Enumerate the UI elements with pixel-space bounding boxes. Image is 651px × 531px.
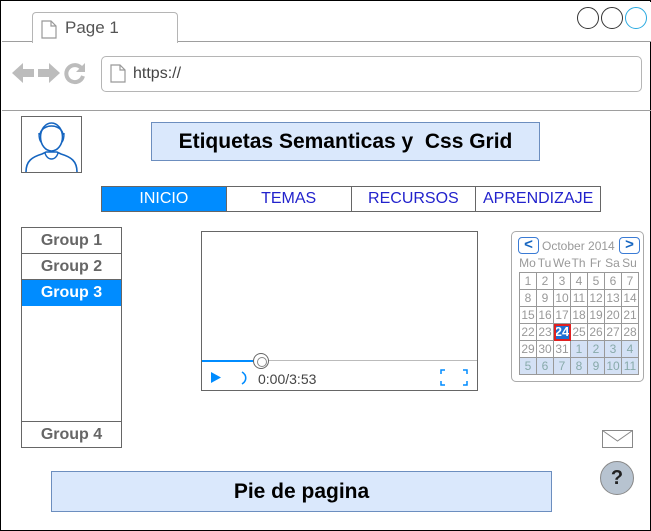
video-progress-fill [202, 360, 260, 362]
calendar-day[interactable]: 11 [622, 358, 639, 375]
sidebar-accordion: Group 1 Group 2 Group 3 Group 4 [21, 227, 122, 448]
close-button[interactable] [625, 7, 647, 29]
calendar-day[interactable]: 5 [588, 273, 605, 290]
address-bar[interactable]: https:// [101, 56, 642, 92]
calendar-widget: < October 2014 > Mo Tu We Th Fr Sa Su 12345678… [511, 231, 644, 382]
video-time: 0:00/3:53 [258, 371, 317, 387]
calendar-day[interactable]: 9 [537, 290, 554, 307]
calendar-day[interactable]: 3 [554, 273, 571, 290]
calendar-weekday: Sa [605, 256, 620, 270]
calendar-day[interactable]: 6 [605, 273, 622, 290]
calendar-day[interactable]: 13 [605, 290, 622, 307]
menu-item-temas[interactable]: TEMAS [226, 187, 352, 211]
page-icon [41, 20, 57, 44]
calendar-day[interactable]: 31 [554, 341, 571, 358]
page-icon [110, 64, 126, 88]
video-player[interactable]: 0:00/3:53 [201, 231, 478, 391]
calendar-day[interactable]: 8 [520, 290, 537, 307]
play-icon[interactable] [210, 371, 222, 389]
navigation-bar: https:// [2, 43, 651, 111]
calendar-day[interactable]: 3 [605, 341, 622, 358]
url-text: https:// [133, 65, 182, 82]
video-seek-handle[interactable] [253, 353, 269, 369]
browser-tab[interactable]: Page 1 [32, 12, 178, 43]
calendar-day[interactable]: 1 [520, 273, 537, 290]
calendar-day[interactable]: 28 [622, 324, 639, 341]
window-controls [577, 7, 647, 29]
calendar-day[interactable]: 23 [537, 324, 554, 341]
calendar-day[interactable]: 6 [537, 358, 554, 375]
nav-controls [11, 61, 87, 90]
calendar-weekdays: Mo Tu We Th Fr Sa Su [519, 256, 638, 270]
calendar-weekday: We [553, 256, 571, 270]
calendar-day[interactable]: 21 [622, 307, 639, 324]
calendar-day[interactable]: 16 [537, 307, 554, 324]
calendar-day[interactable]: 27 [605, 324, 622, 341]
calendar-day[interactable]: 29 [520, 341, 537, 358]
back-arrow-icon[interactable] [11, 61, 35, 90]
page-title: Etiquetas Semanticas y Css Grid [151, 122, 540, 161]
user-icon [25, 122, 78, 173]
calendar-weekday: Fr [589, 256, 602, 270]
page-footer: Pie de pagina [51, 471, 552, 512]
reload-icon[interactable] [63, 61, 87, 90]
calendar-day[interactable]: 30 [537, 341, 554, 358]
menu-item-recursos[interactable]: RECURSOS [351, 187, 477, 211]
calendar-day[interactable]: 9 [588, 358, 605, 375]
calendar-day[interactable]: 2 [537, 273, 554, 290]
calendar-day[interactable]: 4 [571, 273, 588, 290]
calendar-day[interactable]: 1 [571, 341, 588, 358]
calendar-header: < October 2014 > [516, 237, 640, 255]
calendar-day[interactable]: 15 [520, 307, 537, 324]
calendar-weekday: Su [622, 256, 637, 270]
calendar-day[interactable]: 7 [554, 358, 571, 375]
calendar-day[interactable]: 14 [622, 290, 639, 307]
calendar-day[interactable]: 11 [571, 290, 588, 307]
calendar-day-selected[interactable]: 24 [554, 324, 571, 341]
calendar-day[interactable]: 19 [588, 307, 605, 324]
browser-window: Page 1 https:// Etiquetas Semanticas y C… [0, 0, 651, 531]
calendar-day[interactable]: 10 [605, 358, 622, 375]
maximize-button[interactable] [601, 7, 623, 29]
calendar-weekday: Tu [537, 256, 552, 270]
accordion-group-3[interactable]: Group 3 [22, 280, 121, 306]
fullscreen-icon[interactable] [440, 369, 468, 391]
calendar-weekday: Mo [519, 256, 536, 270]
calendar-day[interactable]: 5 [520, 358, 537, 375]
menu-item-inicio[interactable]: INICIO [102, 187, 227, 211]
calendar-day[interactable]: 20 [605, 307, 622, 324]
calendar-month-label: October 2014 [542, 239, 615, 253]
calendar-day[interactable]: 12 [588, 290, 605, 307]
accordion-group-1[interactable]: Group 1 [22, 228, 121, 254]
calendar-day[interactable]: 7 [622, 273, 639, 290]
volume-icon[interactable] [239, 370, 251, 391]
accordion-group-4[interactable]: Group 4 [22, 421, 121, 447]
calendar-weekday: Th [571, 256, 586, 270]
calendar-day[interactable]: 17 [554, 307, 571, 324]
calendar-prev-button[interactable]: < [518, 237, 539, 254]
minimize-button[interactable] [577, 7, 599, 29]
tab-bar: Page 1 [2, 2, 651, 43]
calendar-day[interactable]: 26 [588, 324, 605, 341]
accordion-group-2[interactable]: Group 2 [22, 254, 121, 280]
menu-item-aprendizaje[interactable]: APRENDIZAJE [476, 187, 600, 211]
calendar-next-button[interactable]: > [619, 237, 640, 254]
main-menu: INICIO TEMAS RECURSOS APRENDIZAJE [101, 186, 601, 212]
calendar-day[interactable]: 22 [520, 324, 537, 341]
calendar-day[interactable]: 4 [622, 341, 639, 358]
calendar-day[interactable]: 18 [571, 307, 588, 324]
calendar-day[interactable]: 25 [571, 324, 588, 341]
avatar [21, 116, 82, 173]
help-button[interactable]: ? [600, 461, 634, 495]
calendar-days: 1 2 3 4 5 6 7 8 9 10 11 12 13 14 15 16 17 18 19 20 21 22 23 24 2… [519, 272, 639, 375]
calendar-day[interactable]: 2 [588, 341, 605, 358]
tab-title: Page 1 [65, 18, 119, 37]
mail-icon[interactable] [602, 430, 633, 453]
calendar-day[interactable]: 8 [571, 358, 588, 375]
calendar-day[interactable]: 10 [554, 290, 571, 307]
forward-arrow-icon[interactable] [37, 61, 61, 90]
